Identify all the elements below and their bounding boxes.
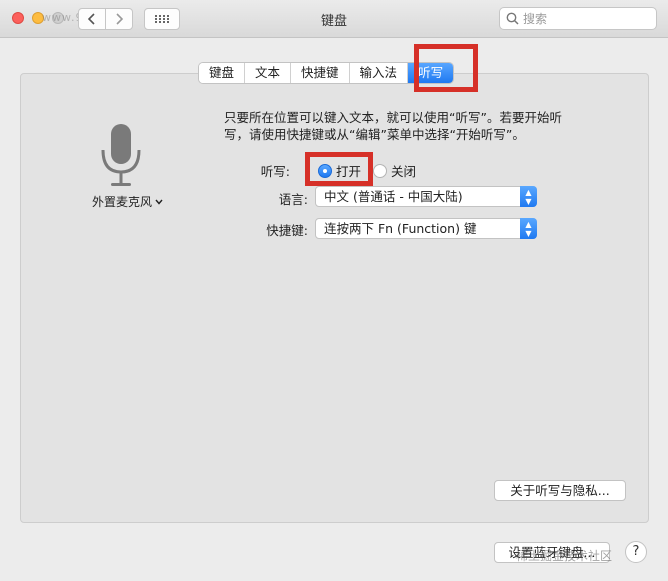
dictation-on-radio[interactable]: 打开 <box>318 161 361 180</box>
shortcut-select[interactable]: 连按两下 Fn (Function) 键 ▲ ▼ <box>315 218 537 239</box>
watermark-bottom: 稀土掘金技术社区 <box>516 549 613 563</box>
title-bar: www.9969.net 键盘 <box>0 0 668 38</box>
language-select[interactable]: 中文 (普通话 - 中国大陆) ▲ ▼ <box>315 186 537 207</box>
search-input[interactable] <box>523 11 643 26</box>
dictation-label: 听写: <box>260 164 290 179</box>
updown-arrows-icon: ▲ ▼ <box>520 218 537 239</box>
microphone-source-popup[interactable]: 外置麦克风 <box>92 193 163 210</box>
tab-shortcuts[interactable]: 快捷键 <box>291 63 350 83</box>
tab-bar: 键盘 文本 快捷键 输入法 听写 <box>198 62 455 84</box>
language-value: 中文 (普通话 - 中国大陆) <box>324 189 463 204</box>
dictation-off-label: 关闭 <box>391 164 417 179</box>
radio-selected-icon <box>318 163 332 178</box>
search-field[interactable] <box>499 7 657 30</box>
help-button[interactable]: ? <box>625 541 647 563</box>
microphone-icon <box>101 124 141 186</box>
tab-text[interactable]: 文本 <box>245 63 292 83</box>
dictation-off-radio[interactable]: 关闭 <box>373 161 416 180</box>
about-dictation-privacy-button[interactable]: 关于听写与隐私... <box>494 480 626 501</box>
tab-input-sources[interactable]: 输入法 <box>349 63 409 83</box>
microphone-source-label: 外置麦克风 <box>92 195 153 209</box>
shortcut-label: 快捷键: <box>266 223 308 238</box>
language-label: 语言: <box>278 192 308 207</box>
tab-keyboard[interactable]: 键盘 <box>199 63 246 83</box>
search-icon <box>506 12 519 25</box>
chevron-down-icon <box>155 199 163 205</box>
shortcut-value: 连按两下 Fn (Function) 键 <box>324 221 477 236</box>
dictation-on-label: 打开 <box>336 164 362 179</box>
tab-dictation[interactable]: 听写 <box>408 63 454 83</box>
updown-arrows-icon: ▲ ▼ <box>520 186 537 207</box>
dictation-description: 只要所在位置可以键入文本，就可以使用“听写”。若要开始听写，请使用快捷键或从“编… <box>224 110 562 142</box>
radio-unselected-icon <box>373 163 387 178</box>
